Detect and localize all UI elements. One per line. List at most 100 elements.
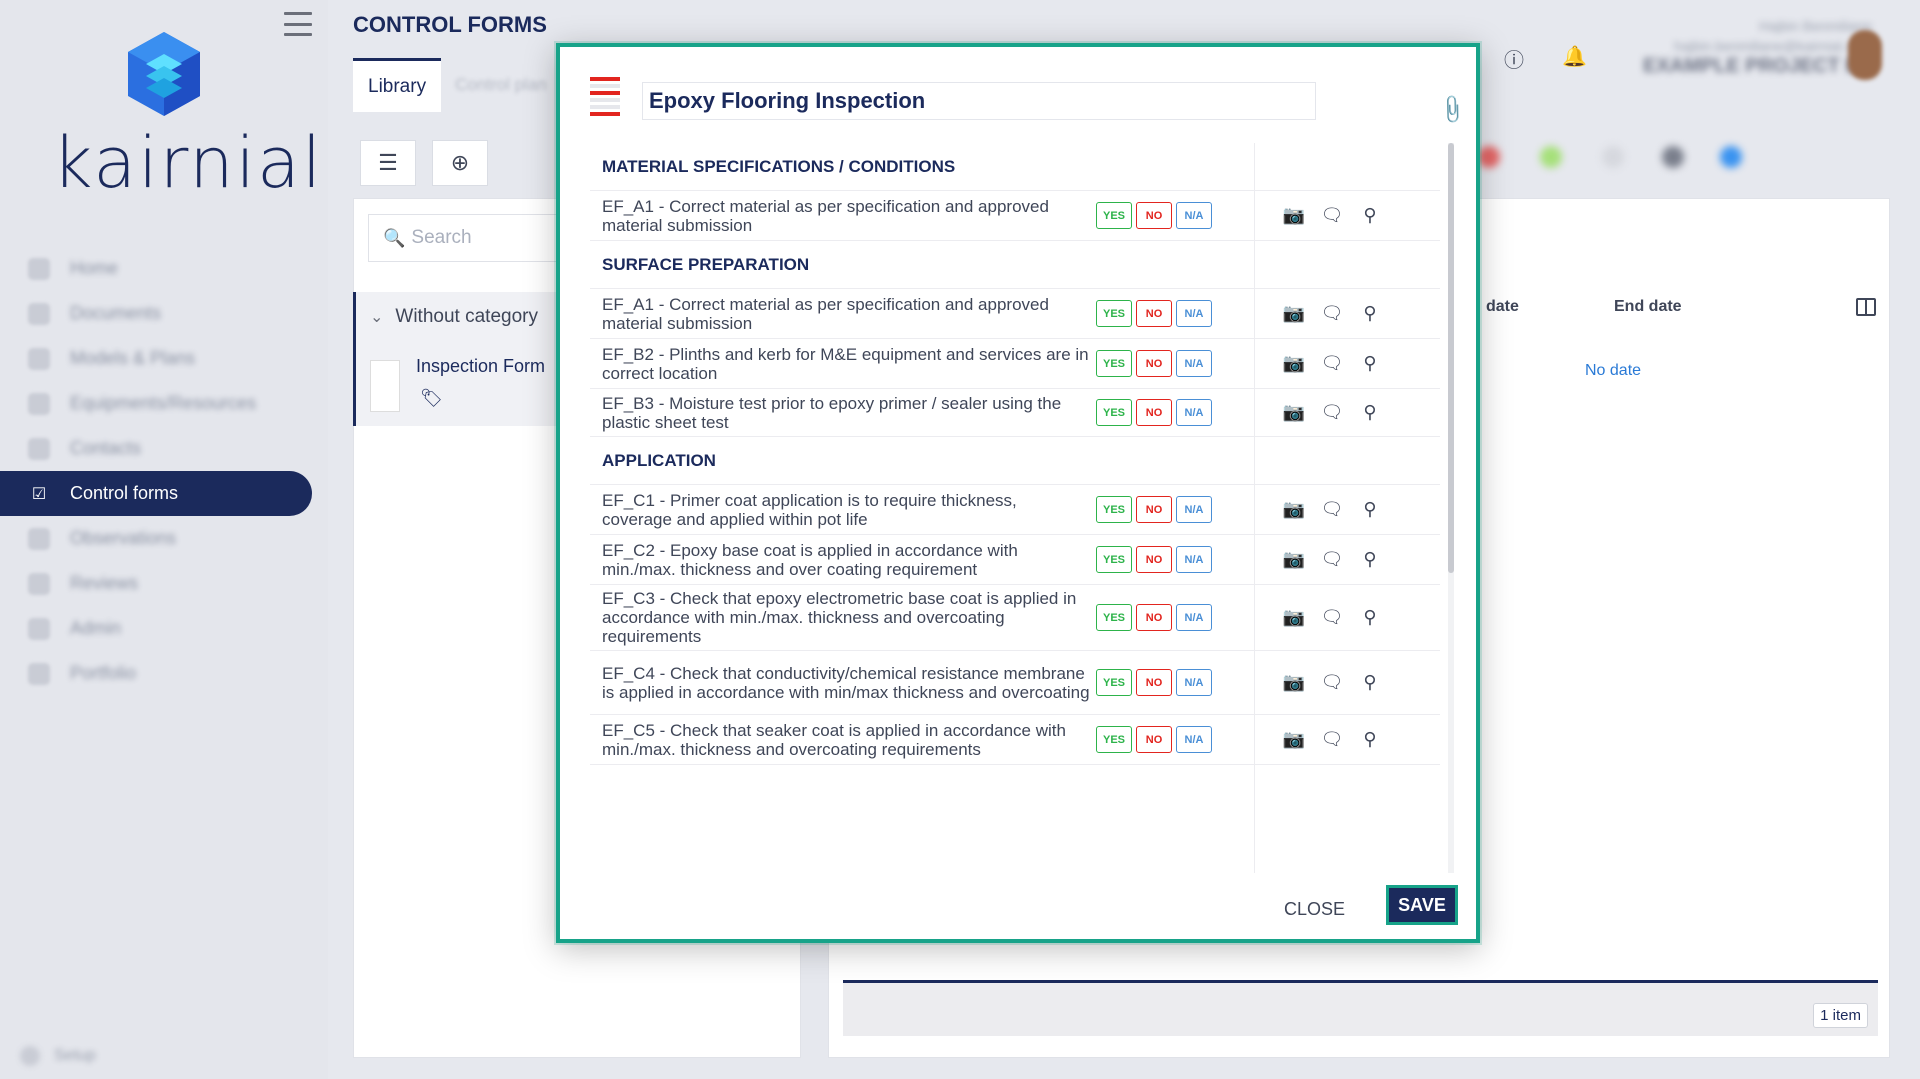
camera-icon[interactable]: 📷 bbox=[1283, 353, 1305, 374]
comment-icon[interactable]: 🗨 bbox=[1321, 729, 1344, 750]
camera-icon[interactable]: 📷 bbox=[1283, 607, 1305, 628]
paperclip-icon[interactable]: 📎 bbox=[1435, 92, 1470, 127]
location-pin-icon[interactable]: ⚲ bbox=[1360, 729, 1380, 750]
no-button[interactable]: NO bbox=[1136, 496, 1172, 523]
no-button[interactable]: NO bbox=[1136, 350, 1172, 377]
tab-library[interactable]: Library bbox=[353, 58, 442, 112]
save-button[interactable]: SAVE bbox=[1386, 885, 1458, 925]
checklist-row: EF_C5 - Check that seaker coat is applie… bbox=[590, 715, 1440, 765]
yes-button[interactable]: YES bbox=[1096, 202, 1132, 229]
filter-grey-icon[interactable] bbox=[1602, 146, 1624, 168]
comment-icon[interactable]: 🗨 bbox=[1321, 549, 1344, 570]
no-button[interactable]: NO bbox=[1136, 399, 1172, 426]
sidebar-item-documents[interactable]: Documents bbox=[0, 291, 328, 336]
camera-icon[interactable]: 📷 bbox=[1283, 729, 1305, 750]
camera-icon[interactable]: 📷 bbox=[1283, 402, 1305, 423]
list-view-button[interactable]: ☰ bbox=[360, 140, 416, 186]
list-icon: ☰ bbox=[378, 150, 398, 175]
no-button[interactable]: NO bbox=[1136, 726, 1172, 753]
comment-icon[interactable]: 🗨 bbox=[1321, 402, 1344, 423]
modal-title[interactable]: Epoxy Flooring Inspection bbox=[642, 82, 1316, 120]
avatar[interactable] bbox=[1848, 30, 1882, 80]
comment-icon[interactable]: 🗨 bbox=[1321, 499, 1344, 520]
question-text: EF_B2 - Plinths and kerb for M&E equipme… bbox=[602, 344, 1089, 383]
sidebar-item-control-forms[interactable]: ☑ Control forms bbox=[0, 471, 312, 516]
na-button[interactable]: N/A bbox=[1176, 669, 1212, 696]
location-pin-icon[interactable]: ⚲ bbox=[1360, 353, 1380, 374]
tab-control-plan[interactable]: Control plan bbox=[441, 58, 547, 112]
na-button[interactable]: N/A bbox=[1176, 546, 1212, 573]
location-pin-icon[interactable]: ⚲ bbox=[1360, 607, 1380, 628]
tag-icon[interactable]: 🏷 bbox=[420, 388, 443, 409]
close-button[interactable]: CLOSE bbox=[1274, 893, 1355, 926]
camera-icon[interactable]: 📷 bbox=[1283, 549, 1305, 570]
columns-icon[interactable] bbox=[1856, 298, 1876, 316]
yes-button[interactable]: YES bbox=[1096, 300, 1132, 327]
sidebar-item-models[interactable]: Models & Plans bbox=[0, 336, 328, 381]
sidebar-item-portfolio[interactable]: Portfolio bbox=[0, 651, 328, 696]
sidebar-item-equipments[interactable]: Equipments/Resources bbox=[0, 381, 328, 426]
comment-icon[interactable]: 🗨 bbox=[1321, 353, 1344, 374]
na-button[interactable]: N/A bbox=[1176, 399, 1212, 426]
no-button[interactable]: NO bbox=[1136, 669, 1172, 696]
sidebar-item-admin[interactable]: Admin bbox=[0, 606, 328, 651]
answer-buttons: YES NO N/A bbox=[1096, 604, 1212, 631]
add-form-button[interactable]: ⊕ bbox=[432, 140, 488, 186]
sidebar-item-setup[interactable]: Setup bbox=[20, 1046, 96, 1066]
yes-button[interactable]: YES bbox=[1096, 496, 1132, 523]
column-header-start-date[interactable]: date bbox=[1486, 298, 1519, 316]
filter-red-icon[interactable] bbox=[1478, 146, 1500, 168]
na-button[interactable]: N/A bbox=[1176, 604, 1212, 631]
yes-button[interactable]: YES bbox=[1096, 399, 1132, 426]
no-button[interactable]: NO bbox=[1136, 546, 1172, 573]
yes-button[interactable]: YES bbox=[1096, 726, 1132, 753]
column-header-end-date[interactable]: End date bbox=[1614, 298, 1682, 316]
filter-funnel-icon[interactable] bbox=[1662, 146, 1684, 168]
comment-icon[interactable]: 🗨 bbox=[1321, 672, 1344, 693]
na-button[interactable]: N/A bbox=[1176, 350, 1212, 377]
comment-icon[interactable]: 🗨 bbox=[1321, 303, 1344, 324]
camera-icon[interactable]: 📷 bbox=[1283, 205, 1305, 226]
location-pin-icon[interactable]: ⚲ bbox=[1360, 549, 1380, 570]
filter-blue-icon[interactable] bbox=[1720, 146, 1742, 168]
location-pin-icon[interactable]: ⚲ bbox=[1360, 402, 1380, 423]
sidebar-item-observations[interactable]: Observations bbox=[0, 516, 328, 561]
info-icon[interactable]: ⓘ bbox=[1504, 44, 1524, 73]
sidebar-item-home[interactable]: Home bbox=[0, 246, 328, 291]
menu-icon[interactable] bbox=[284, 12, 312, 36]
filter-green-icon[interactable] bbox=[1540, 146, 1562, 168]
location-pin-icon[interactable]: ⚲ bbox=[1360, 303, 1380, 324]
modal-scrollbar[interactable] bbox=[1448, 143, 1454, 873]
sidebar-item-label: Models & Plans bbox=[70, 348, 196, 368]
truck-icon bbox=[28, 392, 50, 415]
location-pin-icon[interactable]: ⚲ bbox=[1360, 672, 1380, 693]
user-info[interactable]: Hajbin Benmiliane hajbin.benmiliane@kair… bbox=[1643, 16, 1872, 76]
yes-button[interactable]: YES bbox=[1096, 604, 1132, 631]
yes-button[interactable]: YES bbox=[1096, 669, 1132, 696]
na-button[interactable]: N/A bbox=[1176, 300, 1212, 327]
comment-icon[interactable]: 🗨 bbox=[1321, 607, 1344, 628]
section-title: SURFACE PREPARATION bbox=[590, 241, 1440, 289]
camera-icon[interactable]: 📷 bbox=[1283, 672, 1305, 693]
sidebar-item-reviews[interactable]: Reviews bbox=[0, 561, 328, 606]
sidebar-item-contacts[interactable]: Contacts bbox=[0, 426, 328, 471]
na-button[interactable]: N/A bbox=[1176, 202, 1212, 229]
bell-icon[interactable]: 🔔 bbox=[1562, 44, 1587, 73]
location-pin-icon[interactable]: ⚲ bbox=[1360, 499, 1380, 520]
no-button[interactable]: NO bbox=[1136, 604, 1172, 631]
na-button[interactable]: N/A bbox=[1176, 496, 1212, 523]
yes-button[interactable]: YES bbox=[1096, 546, 1132, 573]
question-text: EF_C1 - Primer coat application is to re… bbox=[602, 490, 1017, 529]
comment-icon[interactable]: 🗨 bbox=[1321, 205, 1344, 226]
camera-icon[interactable]: 📷 bbox=[1283, 303, 1305, 324]
no-button[interactable]: NO bbox=[1136, 202, 1172, 229]
row-actions: 📷 🗨 ⚲ bbox=[1283, 549, 1380, 570]
form-document-icon bbox=[590, 77, 620, 121]
contacts-icon bbox=[28, 437, 50, 460]
yes-button[interactable]: YES bbox=[1096, 350, 1132, 377]
location-pin-icon[interactable]: ⚲ bbox=[1360, 205, 1380, 226]
pin-icon bbox=[28, 527, 50, 550]
no-button[interactable]: NO bbox=[1136, 300, 1172, 327]
na-button[interactable]: N/A bbox=[1176, 726, 1212, 753]
camera-icon[interactable]: 📷 bbox=[1283, 499, 1305, 520]
